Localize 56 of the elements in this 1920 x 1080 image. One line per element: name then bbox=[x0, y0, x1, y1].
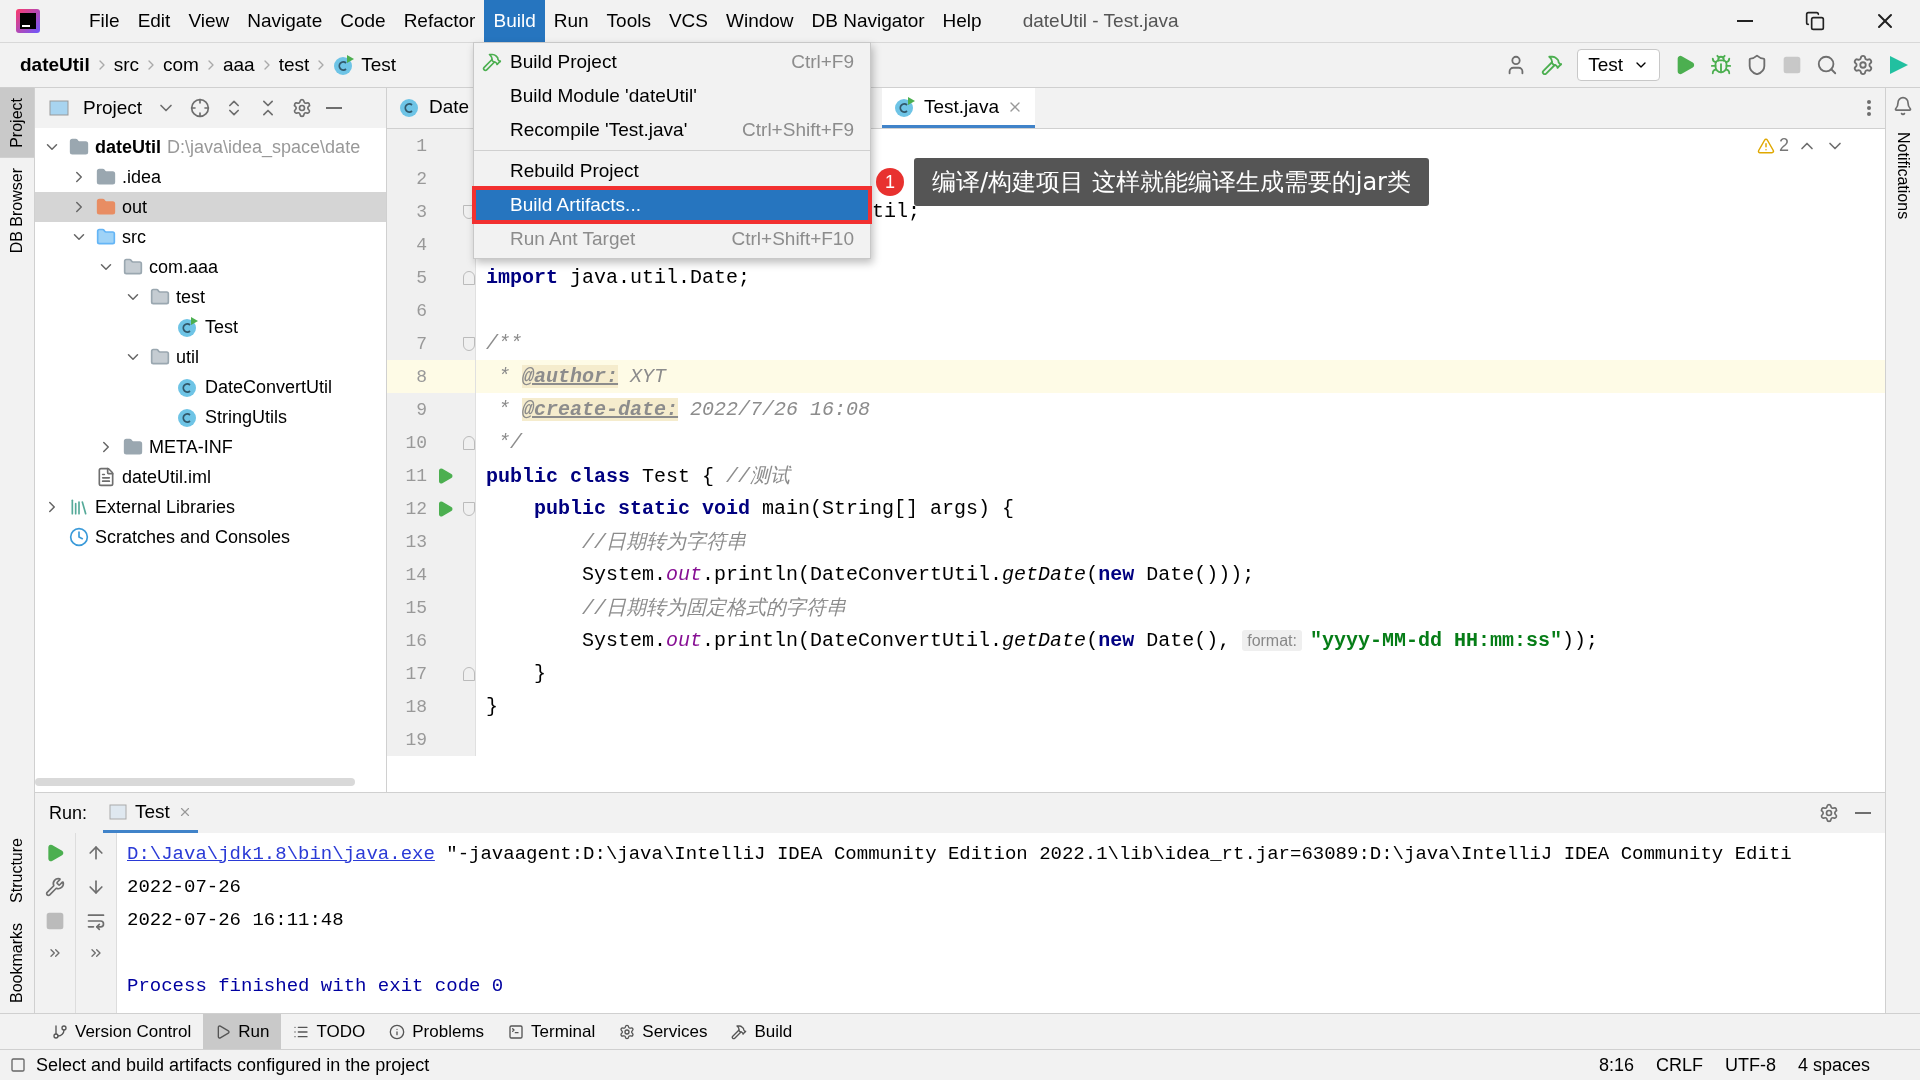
line-number: 16 bbox=[404, 630, 427, 651]
console-output-line: 2022-07-26 16:11:48 bbox=[127, 907, 345, 933]
line-number: 3 bbox=[415, 201, 427, 222]
tree-label: .idea bbox=[122, 166, 162, 188]
tree-label: Test bbox=[205, 316, 238, 338]
annotation-callout: 编译/构建项目 这样就能编译生成需要的jar类 bbox=[914, 158, 1429, 206]
code-line: public class Test { //测试 bbox=[486, 464, 791, 489]
tree-label: util bbox=[176, 346, 199, 368]
tree-label: StringUtils bbox=[205, 406, 288, 428]
code-line: */ bbox=[497, 431, 522, 454]
console-output-line: 2022-07-26 bbox=[127, 874, 243, 900]
tree-label: Scratches and Consoles bbox=[95, 526, 291, 548]
warning-count: 2 bbox=[1757, 135, 1789, 156]
code-line: public static void main(String[] args) { bbox=[533, 497, 1015, 520]
tree-label: out bbox=[122, 196, 148, 218]
tree-label: src bbox=[122, 226, 146, 248]
line-number: 12 bbox=[404, 498, 427, 519]
code-line: System.out.println(DateConvertUtil.getDate(new Date())); bbox=[581, 563, 1255, 586]
tree-label: com.aaa bbox=[149, 256, 219, 278]
code-line: /** bbox=[486, 332, 522, 355]
tree-label: dateUtil bbox=[95, 136, 161, 158]
code-line: } bbox=[533, 662, 546, 685]
line-number: 6 bbox=[415, 300, 427, 321]
line-number: 8 bbox=[415, 366, 427, 387]
line-number: 19 bbox=[404, 729, 427, 750]
line-number: 18 bbox=[404, 696, 427, 717]
line-number: 2 bbox=[415, 168, 427, 189]
line-number: 14 bbox=[404, 564, 427, 585]
tree-label: test bbox=[176, 286, 205, 308]
line-number: 15 bbox=[404, 597, 427, 618]
line-number: 13 bbox=[404, 531, 427, 552]
tree-label: External Libraries bbox=[95, 496, 236, 518]
line-number: 4 bbox=[415, 234, 427, 255]
status-message: Select and build artifacts configured in the project bbox=[36, 1054, 430, 1076]
code-line: //日期转为字符串 bbox=[581, 530, 747, 555]
tree-label: DateConvertUtil bbox=[205, 376, 333, 398]
panel-title: Run: bbox=[49, 802, 88, 824]
tree-label: dateUtil.iml bbox=[122, 466, 212, 488]
line-number: 9 bbox=[415, 399, 427, 420]
code-line: //日期转为固定格式的字符串 bbox=[581, 596, 847, 621]
line-number: 11 bbox=[404, 465, 427, 486]
code-line: * @create-date: 2022/7/26 16:08 bbox=[497, 398, 871, 421]
line-number: 5 bbox=[415, 267, 427, 288]
code-line: import java.util.Date; bbox=[486, 266, 751, 289]
code-line: } bbox=[486, 695, 498, 718]
panel-title: Project bbox=[83, 97, 143, 119]
line-number: 7 bbox=[415, 333, 427, 354]
console-output-line: Process finished with exit code 0 bbox=[127, 973, 505, 999]
line-number: 10 bbox=[404, 432, 427, 453]
tree-label: META-INF bbox=[149, 436, 233, 458]
console-output-line: "-javaagent:D:\java\IntelliJ IDEA Community Edition 2022.1\lib\idea_rt.jar=63089:D:\java\IntelliJ IDEA Community Editi bbox=[445, 842, 1792, 865]
code-line: System.out.println(DateConvertUtil.getDate(new Date(), format: "yyyy-MM-dd HH:mm:ss")); bbox=[581, 629, 1599, 652]
window-title: dateUtil - Test.java bbox=[1022, 10, 1179, 32]
line-number: 1 bbox=[415, 135, 427, 156]
line-number: 17 bbox=[404, 663, 427, 684]
path-hint: D:\java\idea_space\date bbox=[167, 136, 361, 158]
